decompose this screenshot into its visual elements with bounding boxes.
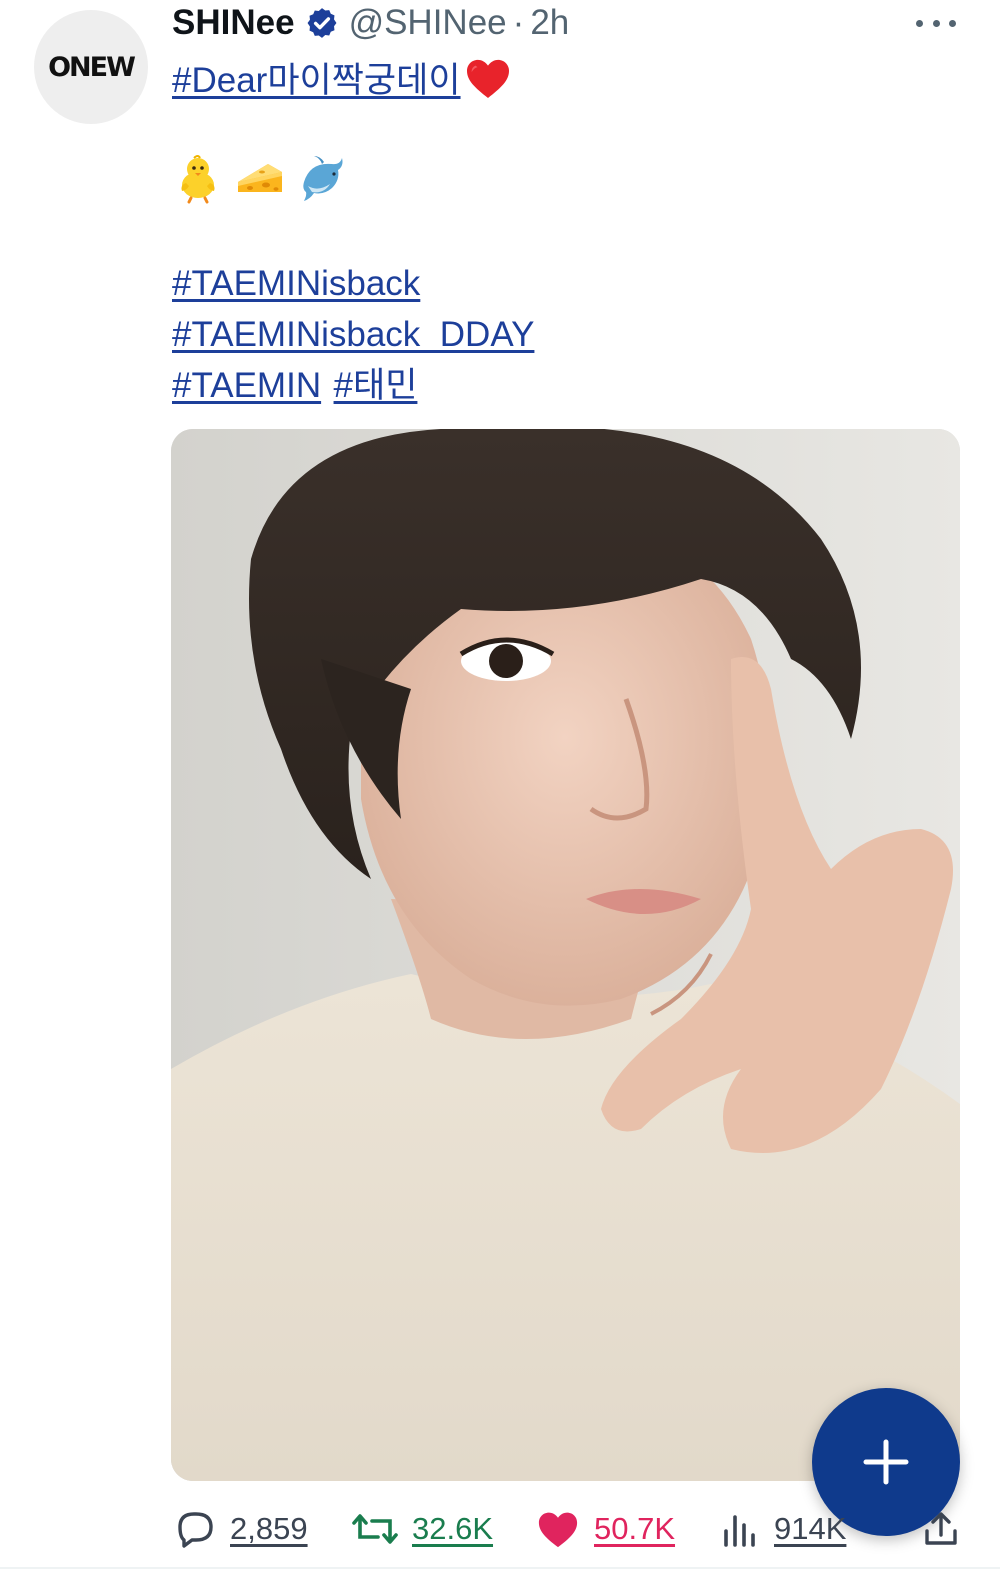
views-chart-icon: [724, 1515, 755, 1547]
share-button[interactable]: [922, 1502, 960, 1556]
plus-icon: [863, 1439, 909, 1485]
repost-count: 32.6K: [412, 1511, 494, 1546]
like-button[interactable]: 50.7K: [536, 1502, 675, 1556]
tweet-photo[interactable]: [171, 429, 960, 1481]
more-options-icon[interactable]: [916, 12, 956, 34]
selfie-photo-illustration: [171, 429, 960, 1481]
hashtag-taeminisback-dday-link[interactable]: #TAEMINisback_DDAY: [172, 315, 534, 354]
views-button[interactable]: 914K: [720, 1502, 846, 1556]
reply-count: 2,859: [230, 1511, 308, 1546]
heart-filled-icon: [538, 1512, 578, 1548]
repost-icon: [352, 1514, 398, 1544]
display-name[interactable]: SHINee: [172, 3, 295, 43]
hashtag-taeminisback-link[interactable]: #TAEMINisback: [172, 264, 420, 303]
views-count: 914K: [774, 1511, 847, 1546]
tweet-action-bar: 2,859 32.6K 50.7K 914K: [172, 1502, 960, 1556]
hashtag-taemin-link[interactable]: #TAEMIN: [172, 366, 321, 405]
emoji-row: [172, 152, 348, 204]
verified-badge-icon: [307, 8, 337, 38]
hashtag-block: #TAEMINisback #TAEMINisback_DDAY #TAEMIN…: [172, 258, 534, 411]
chick-emoji-icon: [181, 155, 215, 204]
divider: [0, 1567, 1000, 1569]
cheese-emoji-icon: [238, 164, 282, 192]
share-icon: [925, 1512, 957, 1545]
tweet-text-line1: #Dear마이짝궁데이: [172, 52, 511, 103]
avatar-logo-text: ONEW: [48, 51, 136, 83]
hashtag-taemin-korean-link[interactable]: #태민: [334, 366, 418, 405]
separator-dot: ·: [512, 3, 525, 42]
hashtag-dear-link[interactable]: #Dear마이짝궁데이: [172, 52, 461, 103]
red-heart-emoji-icon: [466, 59, 509, 98]
reply-icon: [178, 1512, 213, 1548]
dolphin-emoji-icon: [303, 156, 343, 201]
handle[interactable]: @SHINee: [349, 3, 507, 43]
timestamp[interactable]: 2h: [530, 3, 569, 43]
reply-button[interactable]: 2,859: [172, 1502, 308, 1556]
tweet-header: SHINee @SHINee · 2h: [172, 0, 569, 46]
like-count: 50.7K: [594, 1511, 676, 1546]
repost-button[interactable]: 32.6K: [352, 1502, 493, 1556]
avatar[interactable]: ONEW: [34, 10, 148, 124]
